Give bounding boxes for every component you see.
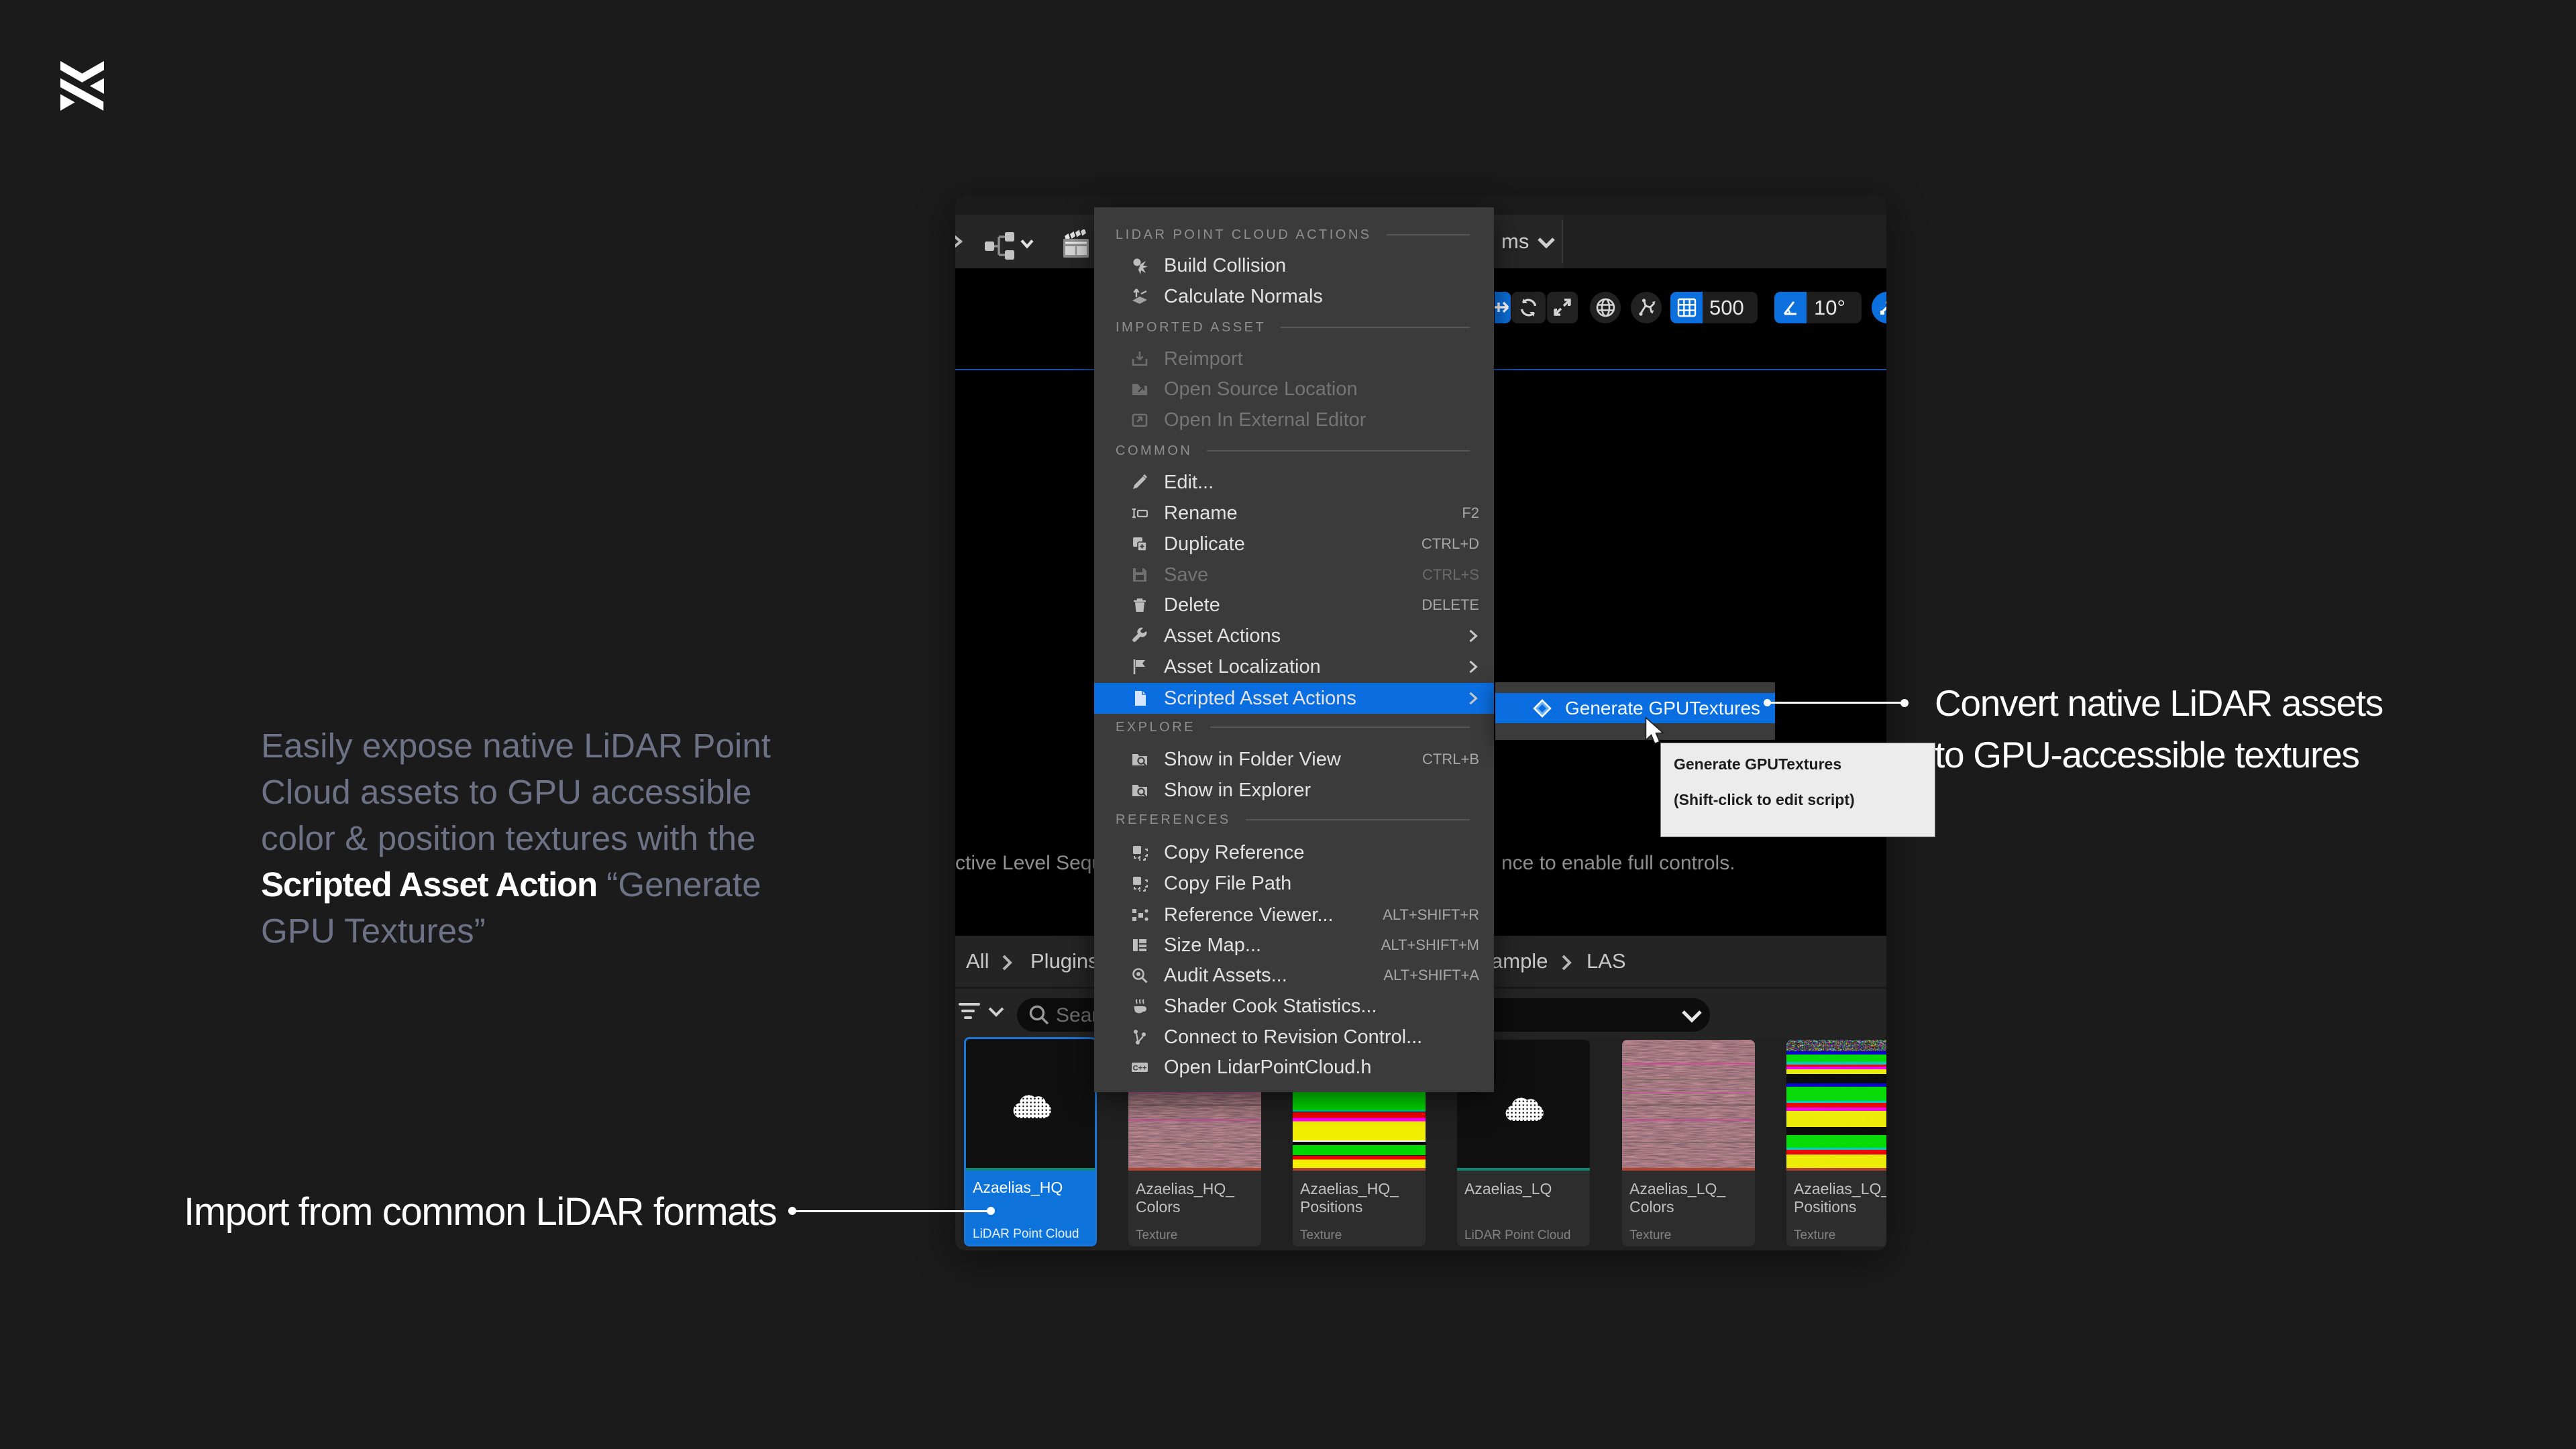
svg-text:C++: C++ [1133,1065,1147,1073]
